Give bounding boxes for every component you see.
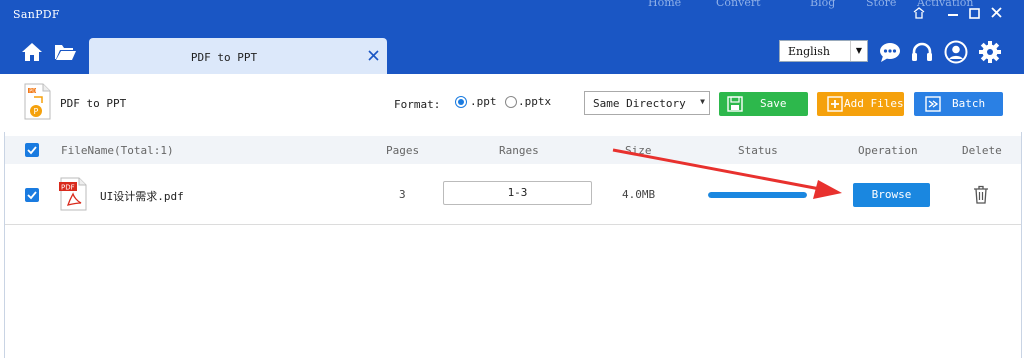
annotation-arrow bbox=[612, 148, 842, 199]
